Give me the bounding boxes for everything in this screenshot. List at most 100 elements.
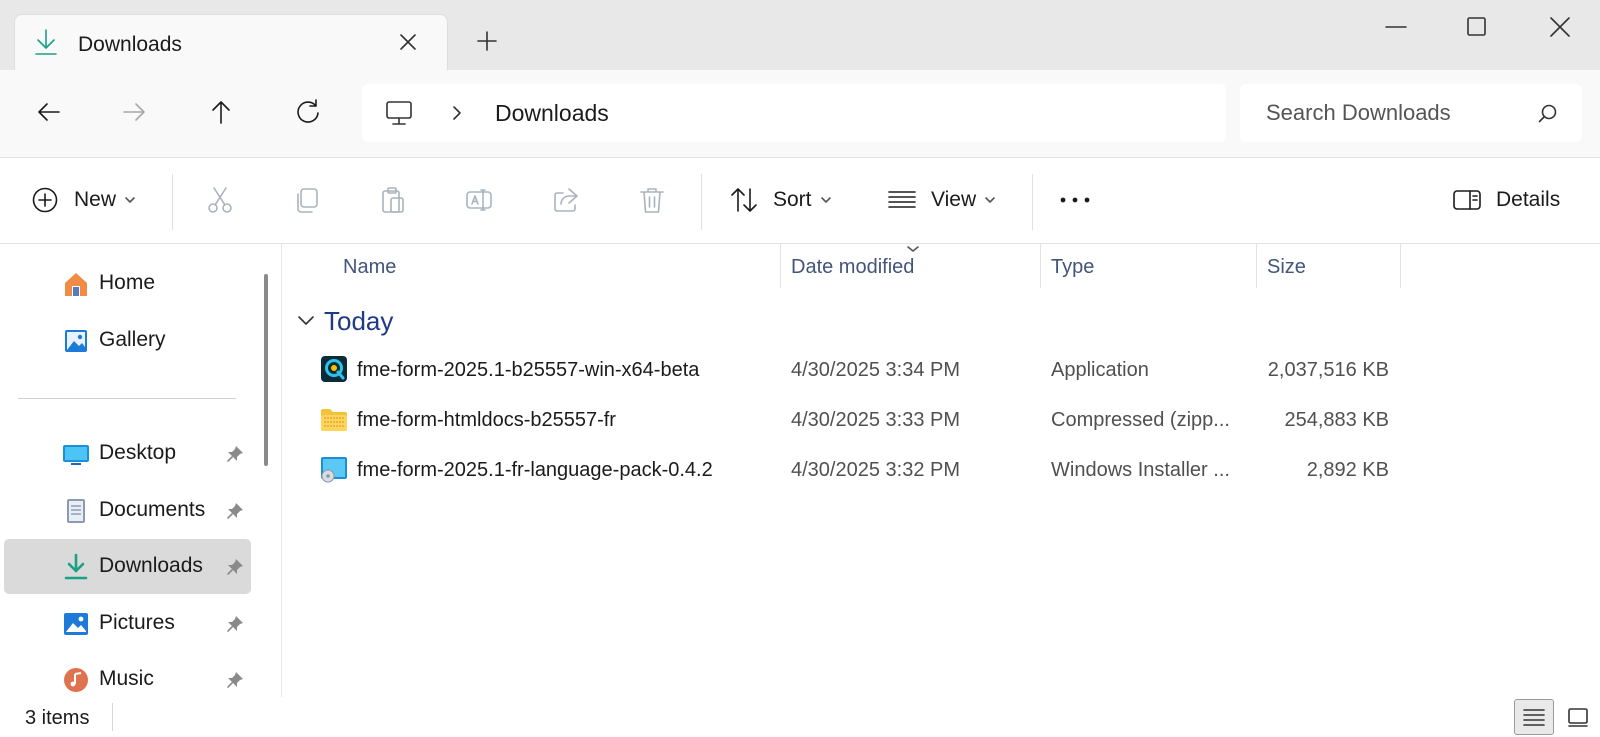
more-options-button[interactable] bbox=[1058, 176, 1092, 224]
window-close-icon[interactable] bbox=[1536, 10, 1584, 44]
details-pane-button[interactable]: Details bbox=[1452, 176, 1560, 224]
paste-button[interactable] bbox=[378, 176, 408, 224]
sidebar-scrollbar[interactable] bbox=[264, 274, 268, 466]
item-count: 3 items bbox=[25, 707, 90, 729]
command-bar: New Sort View Details bbox=[0, 158, 1600, 244]
forward-arrow-icon[interactable] bbox=[118, 96, 150, 128]
sidebar-item-label: Desktop bbox=[99, 441, 177, 464]
pictures-folder-icon bbox=[62, 610, 90, 638]
file-row[interactable]: fme-form-htmldocs-b25557-fr 4/30/2025 3:… bbox=[283, 396, 1389, 444]
pin-icon[interactable] bbox=[226, 615, 244, 633]
tab-title: Downloads bbox=[78, 33, 182, 56]
address-bar: Downloads bbox=[0, 70, 1600, 158]
column-header-size[interactable]: Size bbox=[1267, 244, 1306, 288]
breadcrumb-downloads[interactable]: Downloads bbox=[495, 100, 609, 127]
command-separator bbox=[1032, 174, 1033, 230]
sidebar-item-label: Documents bbox=[99, 498, 206, 521]
new-button[interactable]: New bbox=[30, 176, 136, 224]
zip-folder-icon bbox=[320, 405, 348, 433]
column-divider[interactable] bbox=[1256, 244, 1257, 288]
file-row[interactable]: fme-form-2025.1-fr-language-pack-0.4.2 4… bbox=[283, 446, 1389, 494]
sidebar-item-label: Pictures bbox=[99, 611, 175, 634]
search-icon[interactable] bbox=[1536, 102, 1560, 126]
rename-button[interactable] bbox=[464, 176, 494, 224]
status-bar: 3 items bbox=[0, 697, 1600, 737]
chevron-down-icon bbox=[984, 194, 996, 206]
column-divider[interactable] bbox=[1400, 244, 1401, 288]
search-box[interactable] bbox=[1240, 84, 1582, 142]
gallery-icon bbox=[62, 327, 90, 355]
sidebar-item-pictures[interactable]: Pictures bbox=[4, 596, 251, 651]
command-separator bbox=[701, 174, 702, 230]
rename-icon bbox=[464, 185, 494, 215]
file-name: fme-form-2025.1-b25557-win-x64-beta bbox=[357, 359, 700, 381]
tiles-view-icon[interactable] bbox=[1561, 699, 1597, 735]
file-row[interactable]: fme-form-2025.1-b25557-win-x64-beta 4/30… bbox=[283, 346, 1389, 394]
sidebar-item-documents[interactable]: Documents bbox=[4, 483, 251, 538]
pin-icon[interactable] bbox=[226, 558, 244, 576]
copy-button[interactable] bbox=[292, 176, 322, 224]
file-date-modified: 4/30/2025 3:34 PM bbox=[791, 359, 961, 381]
sort-button[interactable]: Sort bbox=[729, 176, 832, 224]
delete-button[interactable] bbox=[637, 176, 667, 224]
chevron-down-icon bbox=[297, 314, 315, 328]
scissors-icon bbox=[205, 185, 235, 215]
pin-icon[interactable] bbox=[226, 445, 244, 463]
file-list: Name Date modified Type Size Today fme-f… bbox=[283, 244, 1600, 697]
pin-icon[interactable] bbox=[226, 502, 244, 520]
column-divider[interactable] bbox=[780, 244, 781, 288]
file-size: 2,037,516 KB bbox=[1267, 359, 1389, 381]
close-tab-icon[interactable] bbox=[396, 30, 420, 54]
sidebar-item-home[interactable]: Home bbox=[4, 256, 251, 311]
sidebar-item-label: Gallery bbox=[99, 328, 166, 351]
chevron-down-icon bbox=[820, 194, 832, 206]
sidebar-item-desktop[interactable]: Desktop bbox=[4, 426, 251, 481]
sidebar-divider bbox=[18, 398, 236, 399]
chevron-right-icon[interactable] bbox=[448, 104, 466, 122]
details-pane-icon bbox=[1452, 185, 1482, 215]
music-folder-icon bbox=[62, 666, 90, 694]
search-input[interactable] bbox=[1240, 84, 1530, 142]
home-icon bbox=[62, 270, 90, 298]
column-divider[interactable] bbox=[1040, 244, 1041, 288]
list-lines-icon bbox=[887, 185, 917, 215]
application-icon bbox=[320, 355, 348, 383]
this-pc-icon[interactable] bbox=[384, 98, 414, 128]
file-date-modified: 4/30/2025 3:32 PM bbox=[791, 459, 961, 481]
pin-icon[interactable] bbox=[226, 671, 244, 689]
share-icon bbox=[551, 185, 581, 215]
new-tab-icon[interactable] bbox=[474, 28, 500, 54]
trash-icon bbox=[637, 185, 667, 215]
new-button-label: New bbox=[74, 188, 117, 211]
view-button[interactable]: View bbox=[887, 176, 996, 224]
sidebar-item-label: Music bbox=[99, 667, 154, 690]
breadcrumb[interactable]: Downloads bbox=[362, 84, 1226, 142]
share-button[interactable] bbox=[551, 176, 581, 224]
sort-button-label: Sort bbox=[773, 188, 812, 211]
tab-downloads[interactable]: Downloads bbox=[14, 14, 448, 72]
sort-arrows-icon bbox=[729, 185, 759, 215]
desktop-folder-icon bbox=[62, 440, 90, 468]
minimize-icon[interactable] bbox=[1372, 10, 1420, 44]
sidebar-item-gallery[interactable]: Gallery bbox=[4, 313, 251, 368]
file-name: fme-form-2025.1-fr-language-pack-0.4.2 bbox=[357, 459, 713, 481]
status-separator bbox=[112, 703, 113, 731]
cut-button[interactable] bbox=[205, 176, 235, 224]
download-icon bbox=[33, 27, 59, 57]
details-view-icon[interactable] bbox=[1514, 699, 1554, 735]
column-header-name[interactable]: Name bbox=[343, 244, 396, 288]
sidebar-item-downloads[interactable]: Downloads bbox=[4, 539, 251, 594]
sidebar-item-music[interactable]: Music bbox=[4, 652, 251, 697]
chevron-down-icon bbox=[124, 194, 136, 206]
refresh-icon[interactable] bbox=[292, 96, 324, 128]
view-button-label: View bbox=[931, 188, 977, 211]
maximize-icon[interactable] bbox=[1453, 10, 1501, 44]
sidebar-item-label: Downloads bbox=[99, 554, 203, 577]
column-header-type[interactable]: Type bbox=[1051, 244, 1094, 288]
column-header-date-modified[interactable]: Date modified bbox=[791, 244, 914, 288]
up-arrow-icon[interactable] bbox=[205, 96, 237, 128]
group-header-today[interactable]: Today bbox=[297, 306, 393, 336]
documents-folder-icon bbox=[62, 497, 90, 525]
sidebar-item-label: Home bbox=[99, 271, 156, 294]
back-arrow-icon[interactable] bbox=[33, 96, 65, 128]
